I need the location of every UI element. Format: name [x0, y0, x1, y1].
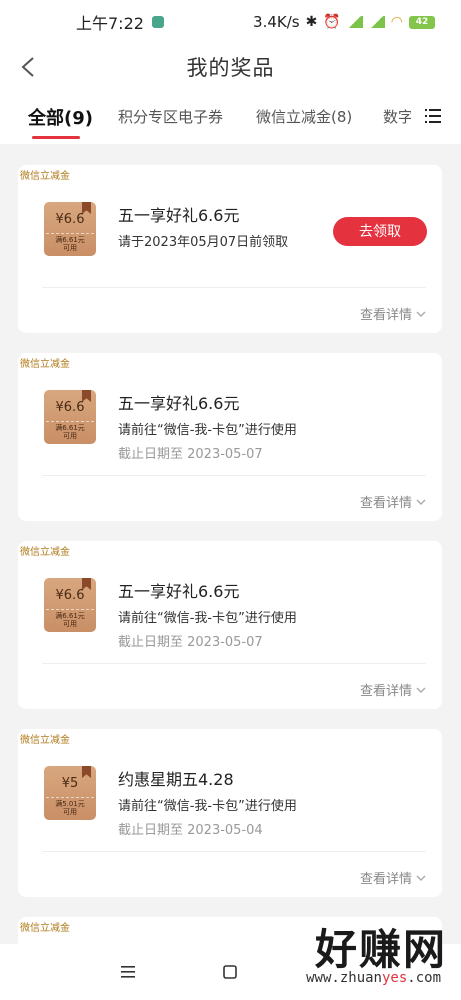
card-expiry-text: 截止日期至 2023-05-07	[118, 635, 263, 650]
status-right: 3.4K/s ✱ ⏰ ◠ 42	[253, 13, 435, 31]
signal-icon	[346, 16, 363, 28]
card-tag: 微信立减金	[20, 923, 70, 934]
chevron-down-icon	[416, 311, 426, 317]
tab-points-ecoupon[interactable]: 积分专区电子券	[118, 106, 223, 127]
view-details-label: 查看详情	[359, 308, 412, 323]
card-tag: 微信立减金	[20, 735, 70, 746]
card-usage-text: 请前往“微信-我-卡包”进行使用	[118, 611, 297, 626]
watermark-url-3: .com	[407, 970, 441, 986]
view-details-link[interactable]: 查看详情	[360, 868, 426, 887]
card-tag: 微信立减金	[20, 359, 70, 370]
card-expiry-text: 截止日期至 2023-05-04	[118, 823, 263, 838]
coupon-condition: 满6.61元 可用	[46, 609, 94, 628]
view-details-link[interactable]: 查看详情	[360, 304, 426, 323]
view-details-label: 查看详情	[359, 496, 412, 511]
status-bar: 上午7:22 3.4K/s ✱ ⏰ ◠ 42	[0, 0, 461, 44]
battery-icon: 42	[409, 15, 435, 29]
prize-card: 微信立减金 ¥6.6 满6.61元 可用 五一享好礼6.6元 请前往“微信-我-卡…	[18, 353, 442, 521]
tab-all[interactable]: 全部(9)	[28, 104, 93, 130]
app-header: 我的奖品	[0, 44, 461, 94]
watermark-logo: 好赚网	[314, 925, 447, 974]
coupon-thumbnail: ¥5 满5.01元 可用	[44, 766, 96, 820]
coupon-cond-1: 满6.61元	[55, 612, 85, 620]
coupon-amount: ¥6.6	[55, 588, 85, 603]
active-tab-indicator	[32, 136, 80, 139]
notification-icon	[151, 16, 164, 28]
list-menu-icon[interactable]	[425, 108, 441, 124]
claim-button[interactable]: 去领取	[333, 217, 427, 246]
view-details-label: 查看详情	[359, 872, 412, 887]
view-details-link[interactable]: 查看详情	[360, 492, 426, 511]
card-divider	[42, 851, 426, 852]
wifi-icon: ◠	[390, 14, 403, 30]
chevron-down-icon	[416, 687, 426, 693]
chevron-down-icon	[416, 499, 426, 505]
card-deadline-text: 请于2023年05月07日前领取	[118, 235, 289, 250]
coupon-thumbnail: ¥6.6 满6.61元 可用	[44, 578, 96, 632]
coupon-cond-1: 满5.01元	[55, 800, 85, 808]
card-title: 五一享好礼6.6元	[118, 206, 240, 225]
home-nav-icon[interactable]	[220, 962, 240, 982]
tab-bar: 全部(9) 积分专区电子券 微信立减金(8) 数字	[0, 94, 461, 144]
prize-card: 微信立减金 ¥6.6 满6.61元 可用 五一享好礼6.6元 请前往“微信-我-卡…	[18, 541, 442, 709]
card-tag: 微信立减金	[20, 547, 70, 558]
card-divider	[42, 663, 426, 664]
card-expiry-text: 截止日期至 2023-05-07	[118, 447, 263, 462]
alarm-icon: ⏰	[323, 14, 341, 30]
watermark-url-1: www.zhuan	[306, 970, 382, 986]
card-title: 五一享好礼6.6元	[118, 394, 240, 413]
card-usage-text: 请前往“微信-我-卡包”进行使用	[118, 423, 297, 438]
prize-card: 微信立减金 ¥6.6 满6.61元 可用 五一享好礼6.6元 请于2023年05月…	[18, 165, 442, 333]
tab-digital[interactable]: 数字	[383, 106, 413, 127]
coupon-thumbnail: ¥6.6 满6.61元 可用	[44, 202, 96, 256]
bluetooth-icon: ✱	[305, 14, 318, 30]
card-divider	[42, 475, 426, 476]
coupon-cond-1: 满6.61元	[55, 236, 85, 244]
coupon-cond-1: 满6.61元	[55, 424, 85, 432]
watermark-url: www.zhuanyes.com	[306, 970, 441, 986]
watermark-url-2: yes	[381, 970, 408, 986]
coupon-condition: 满6.61元 可用	[46, 421, 94, 440]
card-title: 约惠星期五4.28	[118, 770, 234, 789]
coupon-condition: 满5.01元 可用	[46, 797, 94, 816]
coupon-cond-2: 可用	[63, 808, 77, 816]
coupon-amount: ¥6.6	[55, 400, 85, 415]
coupon-condition: 满6.61元 可用	[46, 233, 94, 252]
coupon-amount: ¥6.6	[55, 212, 85, 227]
menu-nav-icon[interactable]	[118, 962, 138, 982]
coupon-cond-2: 可用	[63, 432, 77, 440]
view-details-label: 查看详情	[359, 684, 412, 699]
chevron-down-icon	[416, 875, 426, 881]
card-usage-text: 请前往“微信-我-卡包”进行使用	[118, 799, 297, 814]
view-details-link[interactable]: 查看详情	[360, 680, 426, 699]
coupon-cond-2: 可用	[63, 620, 77, 628]
tab-wechat-discount[interactable]: 微信立减金(8)	[256, 106, 352, 127]
card-title: 五一享好礼6.6元	[118, 582, 240, 601]
coupon-thumbnail: ¥6.6 满6.61元 可用	[44, 390, 96, 444]
page-title: 我的奖品	[186, 56, 275, 80]
prize-card: 微信立减金 ¥5 满5.01元 可用 约惠星期五4.28 请前往“微信-我-卡包”…	[18, 729, 442, 897]
coupon-amount: ¥5	[61, 776, 79, 791]
site-watermark: 好赚网 www.zhuanyes.com	[247, 916, 447, 996]
net-speed: 3.4K/s	[253, 13, 300, 31]
status-time: 上午7:22	[76, 14, 144, 33]
card-divider	[42, 287, 426, 288]
coupon-cond-2: 可用	[63, 244, 77, 252]
card-tag: 微信立减金	[20, 171, 70, 182]
signal-icon-2	[368, 16, 385, 28]
